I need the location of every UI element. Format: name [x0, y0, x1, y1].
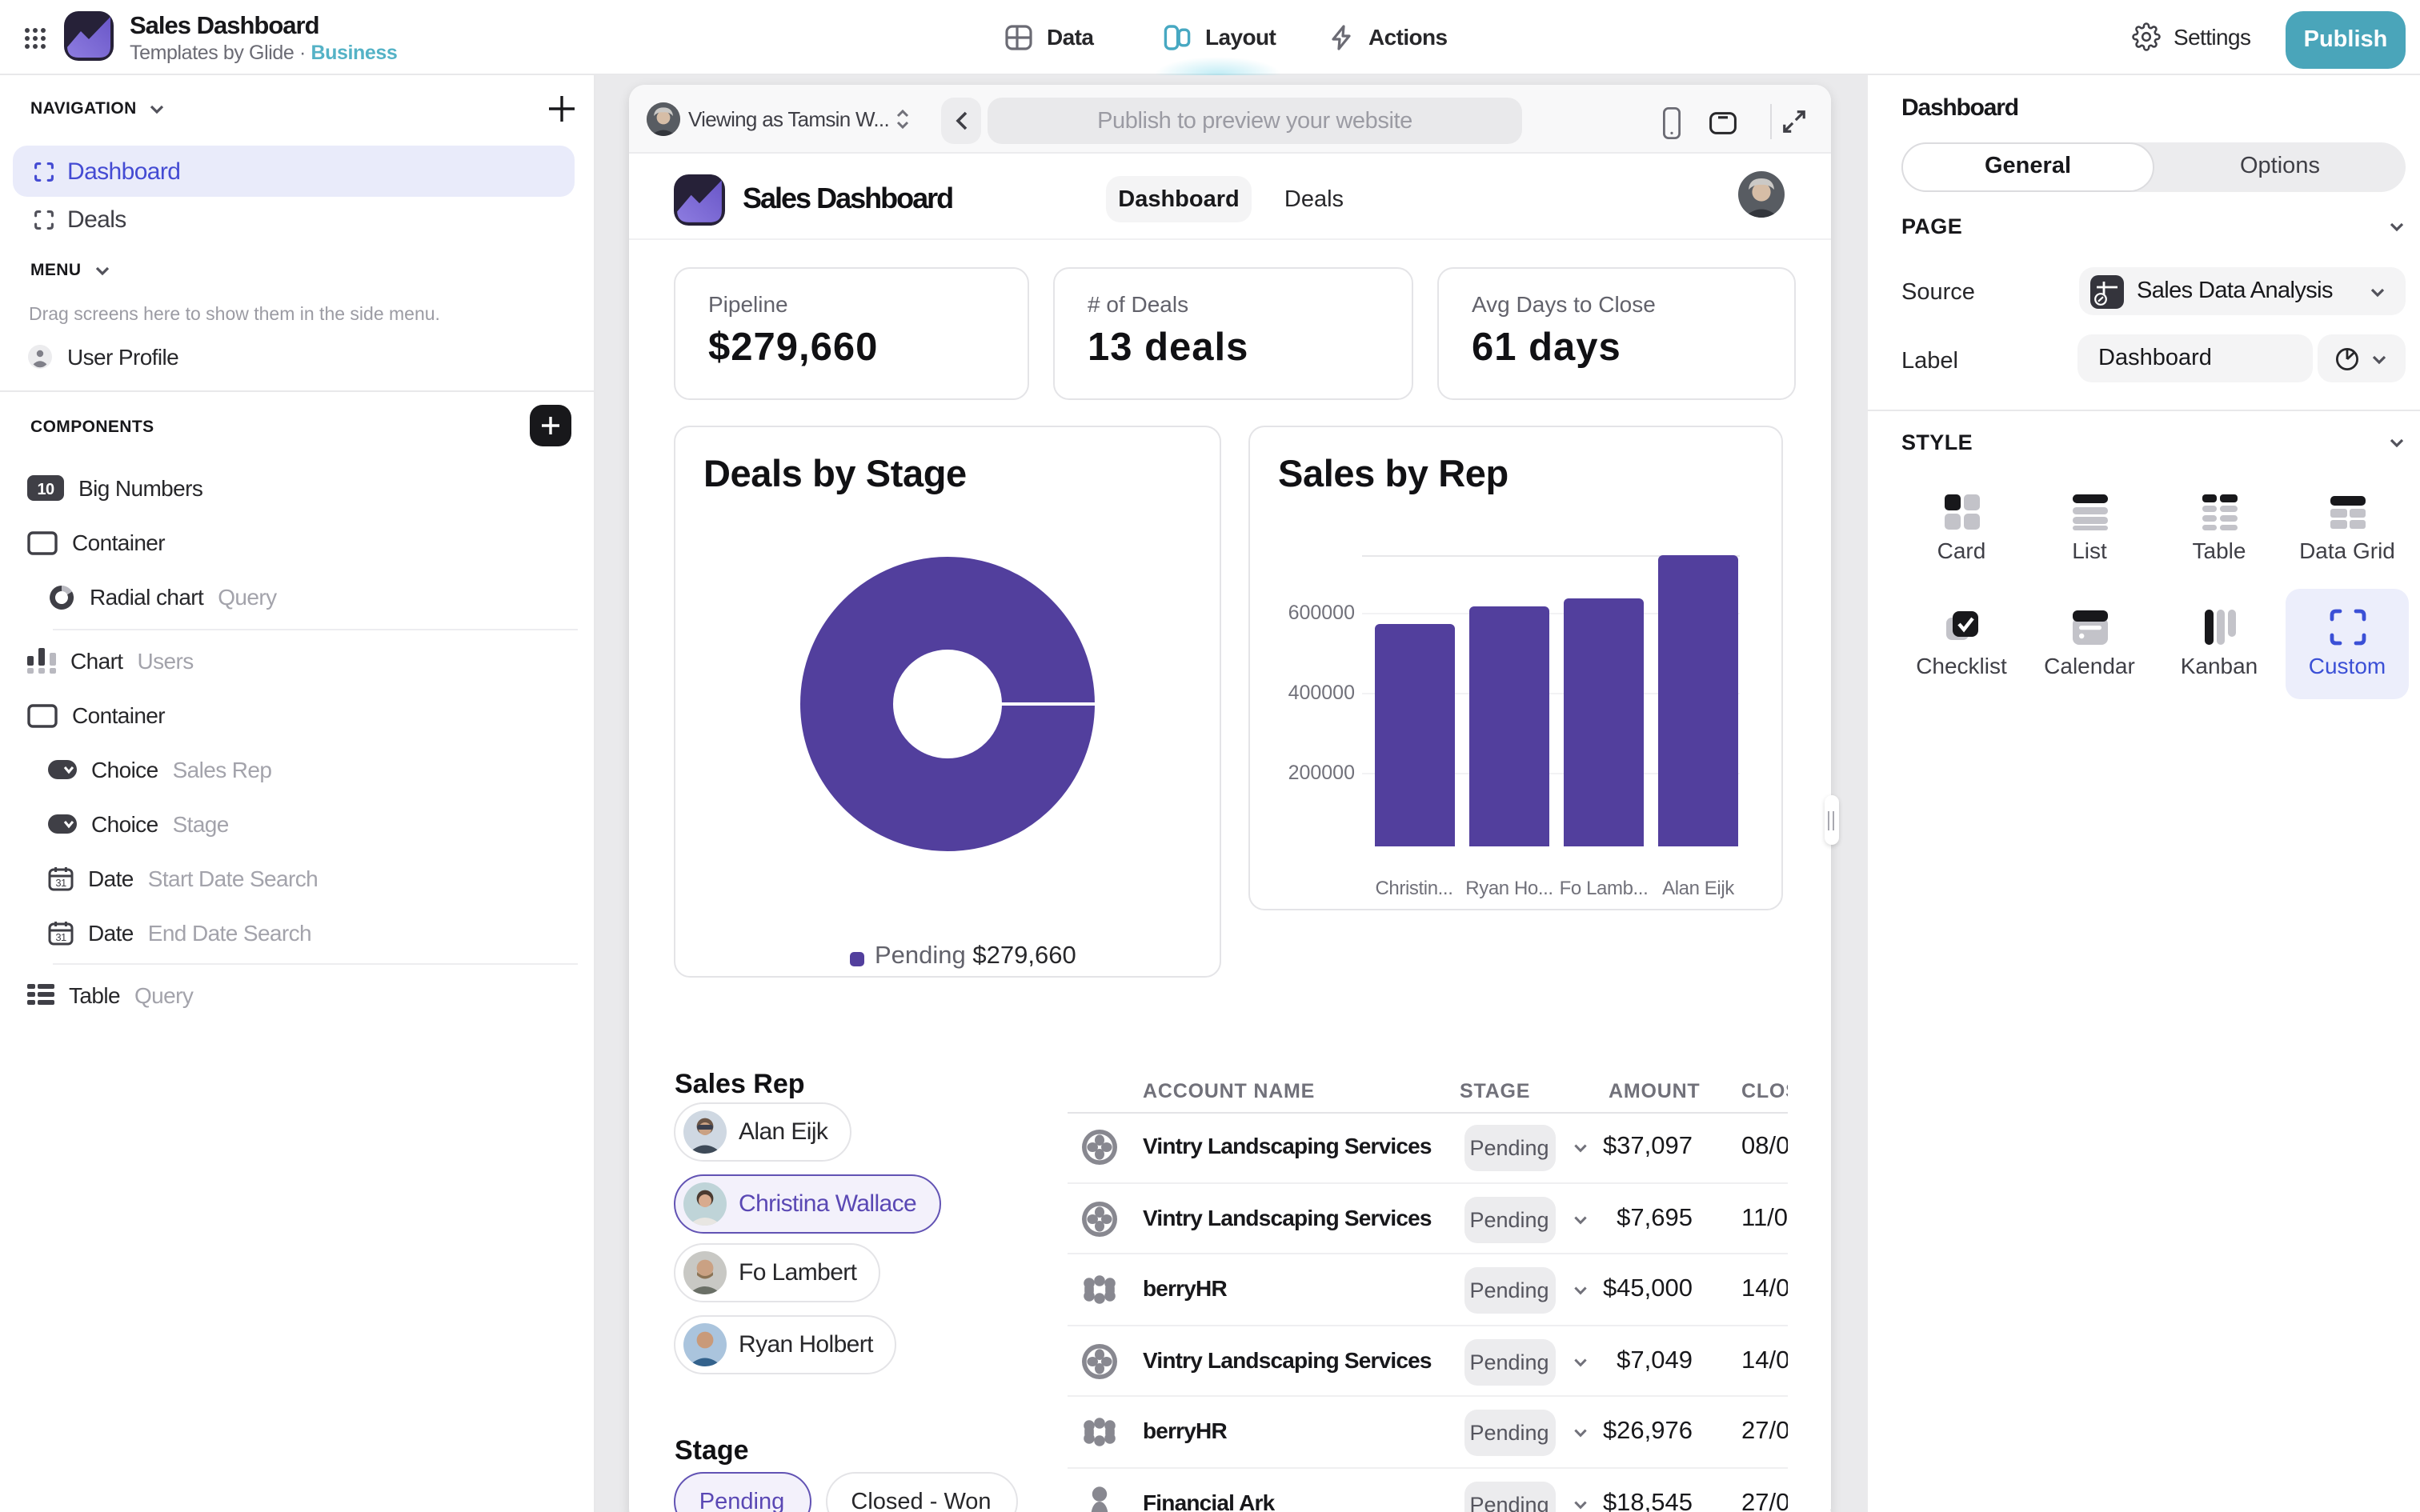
svg-text:31: 31: [55, 877, 66, 889]
svg-text:10: 10: [37, 481, 54, 498]
svg-text:31: 31: [55, 931, 66, 943]
